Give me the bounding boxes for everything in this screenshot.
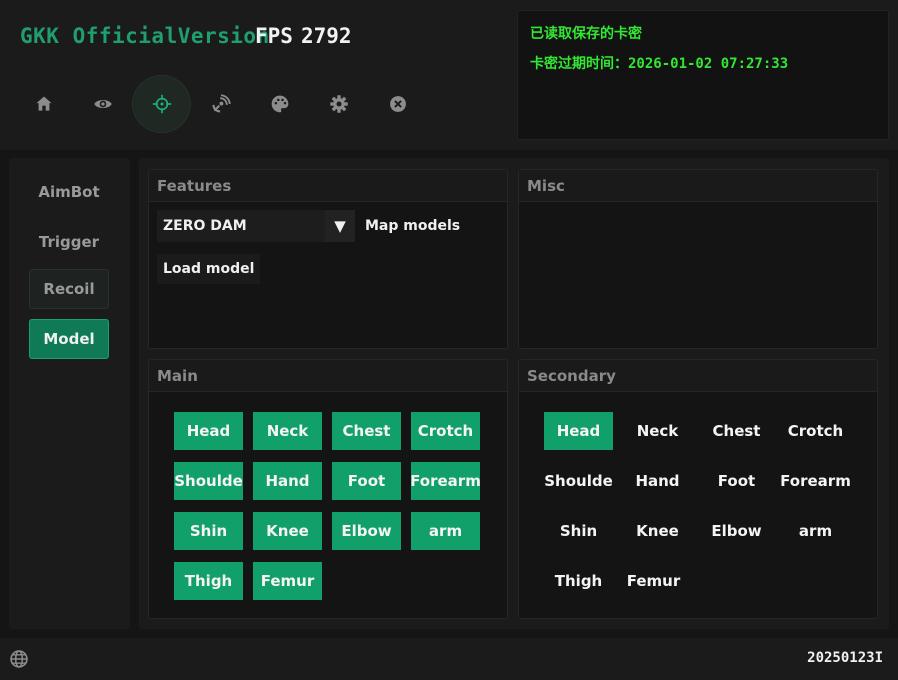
top-nav: [14, 75, 427, 135]
main-bones-panel: Main Head Neck Chest Crotch Shoulde Hand…: [148, 359, 508, 619]
map-models-button[interactable]: Map models: [365, 210, 460, 242]
main-bone-foot[interactable]: Foot: [332, 462, 401, 500]
main-bone-arm[interactable]: arm: [411, 512, 480, 550]
main-bone-hand[interactable]: Hand: [253, 462, 322, 500]
close-circle-icon: [389, 96, 406, 112]
sidebar: AimBot Trigger Recoil Model: [9, 158, 130, 629]
main-bone-shoulder[interactable]: Shoulde: [174, 462, 243, 500]
sidebar-item-model[interactable]: Model: [29, 319, 109, 359]
misc-title: Misc: [519, 170, 877, 202]
home-icon: [36, 96, 51, 111]
main-bone-forearm[interactable]: Forearm: [411, 462, 480, 500]
crosshair-icon: [152, 94, 171, 114]
main-bone-elbow[interactable]: Elbow: [332, 512, 401, 550]
secondary-bone-femur[interactable]: Femur: [619, 562, 688, 600]
nav-settings[interactable]: [309, 75, 368, 133]
features-title: Features: [149, 170, 507, 202]
license-loaded-text: 已读取保存的卡密: [530, 26, 642, 42]
main-bone-femur[interactable]: Femur: [253, 562, 322, 600]
nav-aim[interactable]: [132, 75, 191, 133]
header: GKK OfficialVersion FPS 2792 已读取保存的卡密 卡密过…: [0, 0, 898, 150]
features-panel: Features ZERO DAM ▼ Map models Load mode…: [148, 169, 508, 349]
load-model-button[interactable]: Load model: [157, 254, 261, 284]
secondary-bone-shoulder[interactable]: Shoulde: [544, 462, 613, 500]
secondary-bone-arm[interactable]: arm: [781, 512, 850, 550]
secondary-bone-elbow[interactable]: Elbow: [702, 512, 771, 550]
sidebar-item-aimbot[interactable]: AimBot: [29, 172, 109, 212]
license-status-box: 已读取保存的卡密 卡密过期时间：2026-01-02 07:27:33: [517, 10, 889, 140]
nav-home[interactable]: [14, 75, 73, 133]
app-title: GKK OfficialVersion: [20, 24, 270, 48]
fps-display: FPS 2792: [255, 24, 352, 48]
secondary-bone-head[interactable]: Head: [544, 412, 613, 450]
secondary-bone-shin[interactable]: Shin: [544, 512, 613, 550]
footer: 20250123I: [0, 638, 898, 680]
main-bone-shin[interactable]: Shin: [174, 512, 243, 550]
secondary-bone-chest[interactable]: Chest: [702, 412, 771, 450]
secondary-bone-forearm[interactable]: Forearm: [781, 462, 850, 500]
fps-label: FPS: [255, 24, 293, 48]
secondary-bone-knee[interactable]: Knee: [623, 512, 692, 550]
main-bone-neck[interactable]: Neck: [253, 412, 322, 450]
secondary-bone-crotch[interactable]: Crotch: [781, 412, 850, 450]
secondary-bone-neck[interactable]: Neck: [623, 412, 692, 450]
main-bone-head[interactable]: Head: [174, 412, 243, 450]
secondary-bones-panel: Secondary Head Neck Chest Crotch Shoulde…: [518, 359, 878, 619]
satellite-icon: [211, 94, 231, 113]
model-select-value: ZERO DAM: [163, 218, 247, 234]
main-bone-thigh[interactable]: Thigh: [174, 562, 243, 600]
nav-colors[interactable]: [250, 75, 309, 133]
palette-icon: [271, 95, 288, 113]
globe-icon[interactable]: [9, 649, 29, 669]
misc-panel: Misc: [518, 169, 878, 349]
license-expiry-text: 卡密过期时间：2026-01-02 07:27:33: [530, 56, 789, 72]
sidebar-item-trigger[interactable]: Trigger: [29, 222, 109, 262]
model-select[interactable]: ZERO DAM ▼: [157, 210, 355, 242]
main-content: Features ZERO DAM ▼ Map models Load mode…: [139, 158, 889, 629]
gear-icon: [329, 95, 348, 113]
main-bone-crotch[interactable]: Crotch: [411, 412, 480, 450]
sidebar-item-recoil[interactable]: Recoil: [29, 269, 109, 309]
eye-icon: [93, 99, 112, 109]
secondary-bone-hand[interactable]: Hand: [623, 462, 692, 500]
main-bone-chest[interactable]: Chest: [332, 412, 401, 450]
nav-exit[interactable]: [368, 75, 427, 133]
secondary-bone-thigh[interactable]: Thigh: [544, 562, 613, 600]
secondary-bone-foot[interactable]: Foot: [702, 462, 771, 500]
chevron-down-icon[interactable]: ▼: [325, 210, 355, 242]
main-bones-title: Main: [149, 360, 507, 392]
build-version: 20250123I: [807, 650, 883, 666]
nav-radar[interactable]: [191, 75, 250, 133]
nav-visuals[interactable]: [73, 75, 132, 133]
main-bone-knee[interactable]: Knee: [253, 512, 322, 550]
secondary-bones-title: Secondary: [519, 360, 877, 392]
fps-value: 2792: [300, 24, 352, 48]
